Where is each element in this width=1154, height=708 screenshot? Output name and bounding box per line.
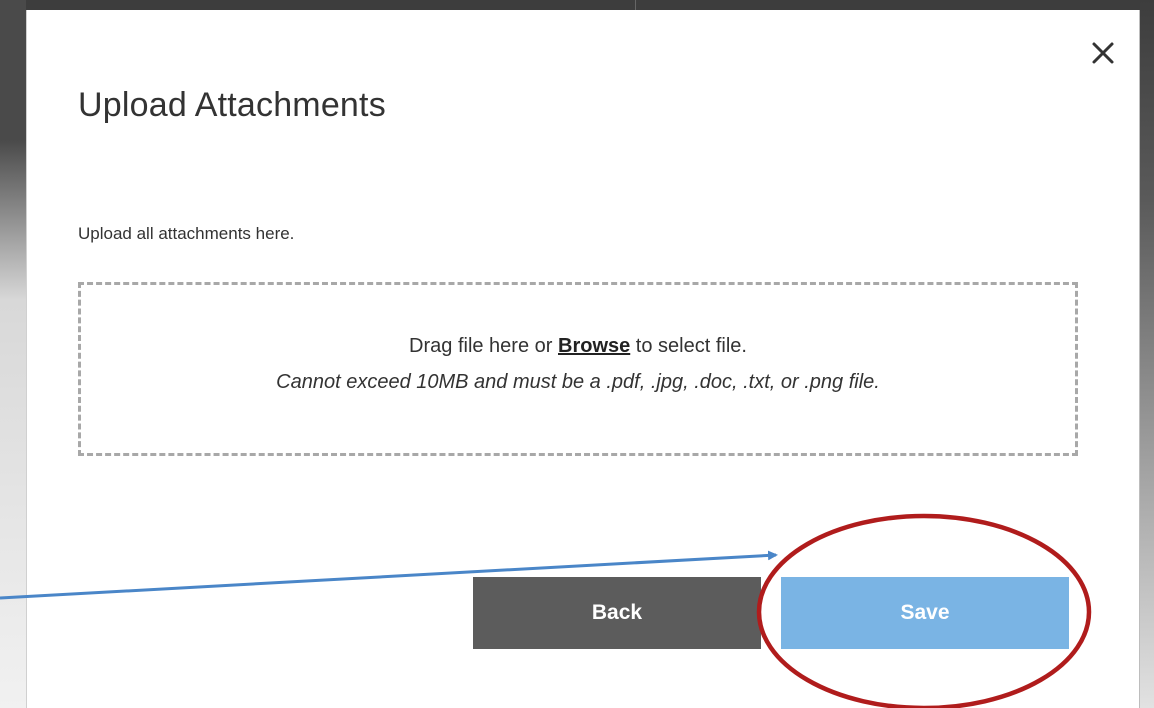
screen: Upload Attachments Upload all attachment… [0, 0, 1154, 708]
page-backdrop-top [0, 0, 1154, 10]
dropzone-text-after: to select file. [630, 335, 747, 357]
file-restrictions-note: Cannot exceed 10MB and must be a .pdf, .… [276, 371, 880, 393]
page-backdrop-divider [635, 0, 636, 10]
close-button[interactable] [1088, 38, 1118, 68]
modal-title: Upload Attachments [78, 86, 386, 124]
close-icon [1092, 42, 1114, 64]
upload-instructions: Upload all attachments here. [78, 224, 295, 243]
save-button[interactable]: Save [781, 577, 1069, 649]
page-backdrop-right [1140, 0, 1154, 708]
browse-link[interactable]: Browse [558, 335, 630, 357]
page-backdrop-left [0, 0, 26, 708]
back-button[interactable]: Back [473, 577, 761, 649]
file-dropzone[interactable]: Drag file here or Browse to select file.… [78, 282, 1078, 456]
dropzone-instructions: Drag file here or Browse to select file. [81, 335, 1075, 358]
dropzone-text-before: Drag file here or [409, 335, 558, 357]
